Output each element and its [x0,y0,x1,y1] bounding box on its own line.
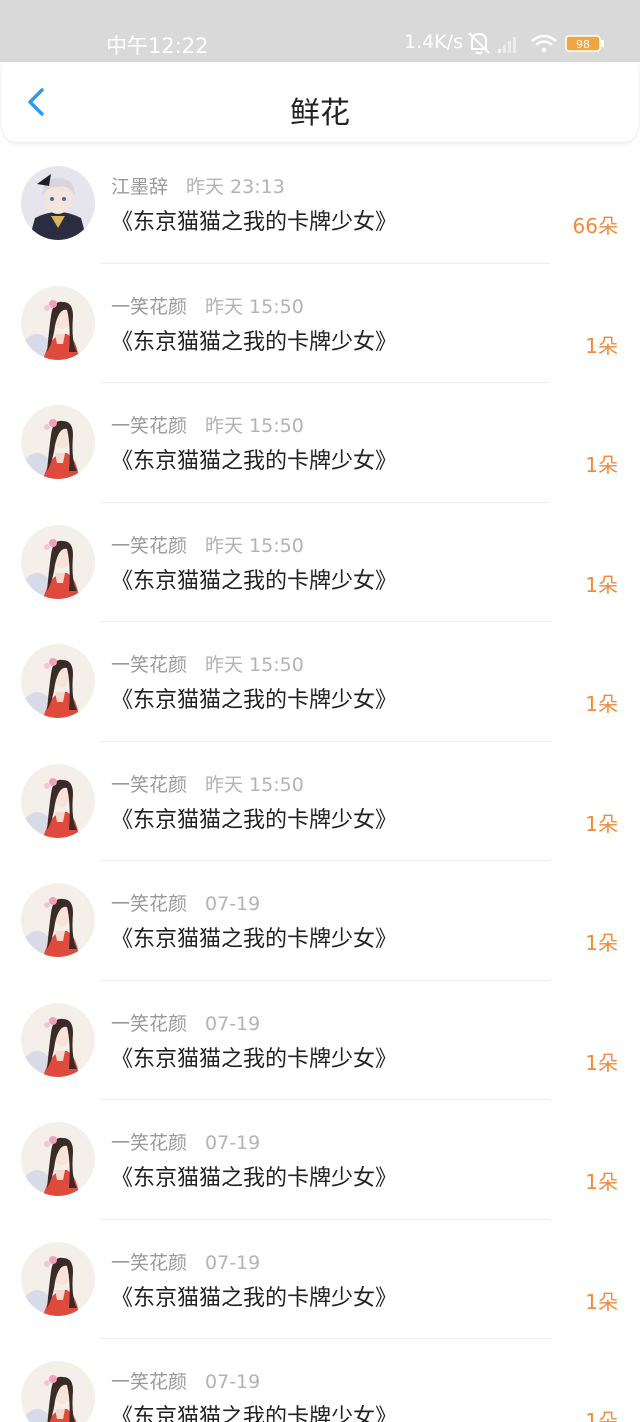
avatar[interactable] [21,1241,95,1316]
avatar[interactable] [21,524,95,599]
list-item[interactable]: 一笑花颜 07-19 《东京猫猫之我的卡牌少女》 1朵 [0,1100,640,1220]
timestamp: 07-19 [205,893,261,915]
flower-count: 1朵 [585,811,618,836]
status-time: 中午12:22 [106,34,209,58]
timestamp: 07-19 [205,1012,261,1035]
user-name[interactable]: 一笑花颜 [111,1132,187,1154]
flower-count: 66朵 [572,214,618,238]
user-name[interactable]: 一笑花颜 [111,535,187,557]
battery-level: 98 [576,38,590,51]
user-name[interactable]: 一笑花颜 [111,296,187,318]
book-title[interactable]: 《东京猫猫之我的卡牌少女》 [111,1160,397,1192]
list-item[interactable]: 一笑花颜 07-19 《东京猫猫之我的卡牌少女》 1朵 [0,1220,640,1339]
user-name[interactable]: 一笑花颜 [111,1371,187,1393]
timestamp: 07-19 [205,1251,261,1274]
user-name[interactable]: 一笑花颜 [111,654,187,676]
flower-count: 1朵 [585,1289,618,1314]
avatar[interactable] [21,644,95,718]
user-name[interactable]: 一笑花颜 [111,774,187,796]
avatar[interactable] [21,883,95,957]
mute-bell-icon [468,32,490,55]
avatar[interactable] [21,285,95,360]
avatar[interactable] [21,763,95,838]
avatar[interactable] [21,1002,95,1077]
timestamp: 昨天 15:50 [205,415,304,437]
flower-count: 1朵 [585,333,618,358]
book-title[interactable]: 《东京猫猫之我的卡牌少女》 [111,443,397,475]
avatar[interactable] [21,166,95,240]
book-title[interactable]: 《东京猫猫之我的卡牌少女》 [111,1280,397,1312]
flower-list: 江墨辞 昨天 23:13 《东京猫猫之我的卡牌少女》 66朵 一笑花颜 昨天 15:… [0,144,640,1422]
flower-count: 1朵 [585,1050,618,1075]
list-item[interactable]: 一笑花颜 昨天 15:50 《东京猫猫之我的卡牌少女》 1朵 [0,383,640,503]
user-name[interactable]: 一笑花颜 [111,1252,187,1274]
timestamp: 昨天 15:50 [205,295,304,318]
status-icons: 98 [468,32,604,55]
page-title: 鲜花 [290,96,350,131]
list-item[interactable]: 一笑花颜 07-19 《东京猫猫之我的卡牌少女》 1朵 [0,861,640,981]
list-item[interactable]: 江墨辞 昨天 23:13 《东京猫猫之我的卡牌少女》 66朵 [0,144,640,264]
avatar[interactable] [21,1122,95,1196]
timestamp: 07-19 [205,1371,261,1393]
network-speed: 1.4K/s [404,31,463,53]
list-item[interactable]: 一笑花颜 07-19 《东京猫猫之我的卡牌少女》 1朵 [0,981,640,1100]
flower-count: 1朵 [585,1170,618,1194]
timestamp: 07-19 [205,1132,261,1154]
book-title[interactable]: 《东京猫猫之我的卡牌少女》 [111,802,397,834]
timestamp: 昨天 23:13 [186,176,285,198]
timestamp: 昨天 15:50 [205,534,304,557]
wifi-icon [531,34,557,53]
list-item[interactable]: 一笑花颜 昨天 15:50 《东京猫猫之我的卡牌少女》 1朵 [0,622,640,742]
book-title[interactable]: 《东京猫猫之我的卡牌少女》 [111,1041,397,1073]
list-item[interactable]: 一笑花颜 07-19 《东京猫猫之我的卡牌少女》 1朵 [0,1339,640,1422]
flower-count: 1朵 [585,931,618,955]
flower-count: 1朵 [585,1409,618,1422]
user-name[interactable]: 一笑花颜 [111,1013,187,1035]
book-title[interactable]: 《东京猫猫之我的卡牌少女》 [111,563,397,595]
user-name[interactable]: 江墨辞 [111,176,168,198]
book-title[interactable]: 《东京猫猫之我的卡牌少女》 [111,1399,397,1422]
list-item[interactable]: 一笑花颜 昨天 15:50 《东京猫猫之我的卡牌少女》 1朵 [0,742,640,861]
flower-count: 1朵 [585,692,618,716]
avatar[interactable] [21,405,95,479]
book-title[interactable]: 《东京猫猫之我的卡牌少女》 [111,682,397,714]
flower-count: 1朵 [585,453,618,477]
user-name[interactable]: 一笑花颜 [111,893,187,915]
avatar[interactable] [21,1361,95,1422]
list-item[interactable]: 一笑花颜 昨天 15:50 《东京猫猫之我的卡牌少女》 1朵 [0,503,640,622]
flower-count: 1朵 [585,572,618,597]
user-name[interactable]: 一笑花颜 [111,415,187,437]
status-bar: 中午12:22 1.4K/s 98 [0,0,640,62]
book-title[interactable]: 《东京猫猫之我的卡牌少女》 [111,324,397,356]
battery-icon: 98 [565,35,604,52]
book-title[interactable]: 《东京猫猫之我的卡牌少女》 [111,921,397,953]
header: 鲜花 [2,62,638,142]
book-title[interactable]: 《东京猫猫之我的卡牌少女》 [111,204,397,236]
signal-icon [498,37,516,53]
timestamp: 昨天 15:50 [205,654,304,676]
timestamp: 昨天 15:50 [205,773,304,796]
list-item[interactable]: 一笑花颜 昨天 15:50 《东京猫猫之我的卡牌少女》 1朵 [0,264,640,383]
